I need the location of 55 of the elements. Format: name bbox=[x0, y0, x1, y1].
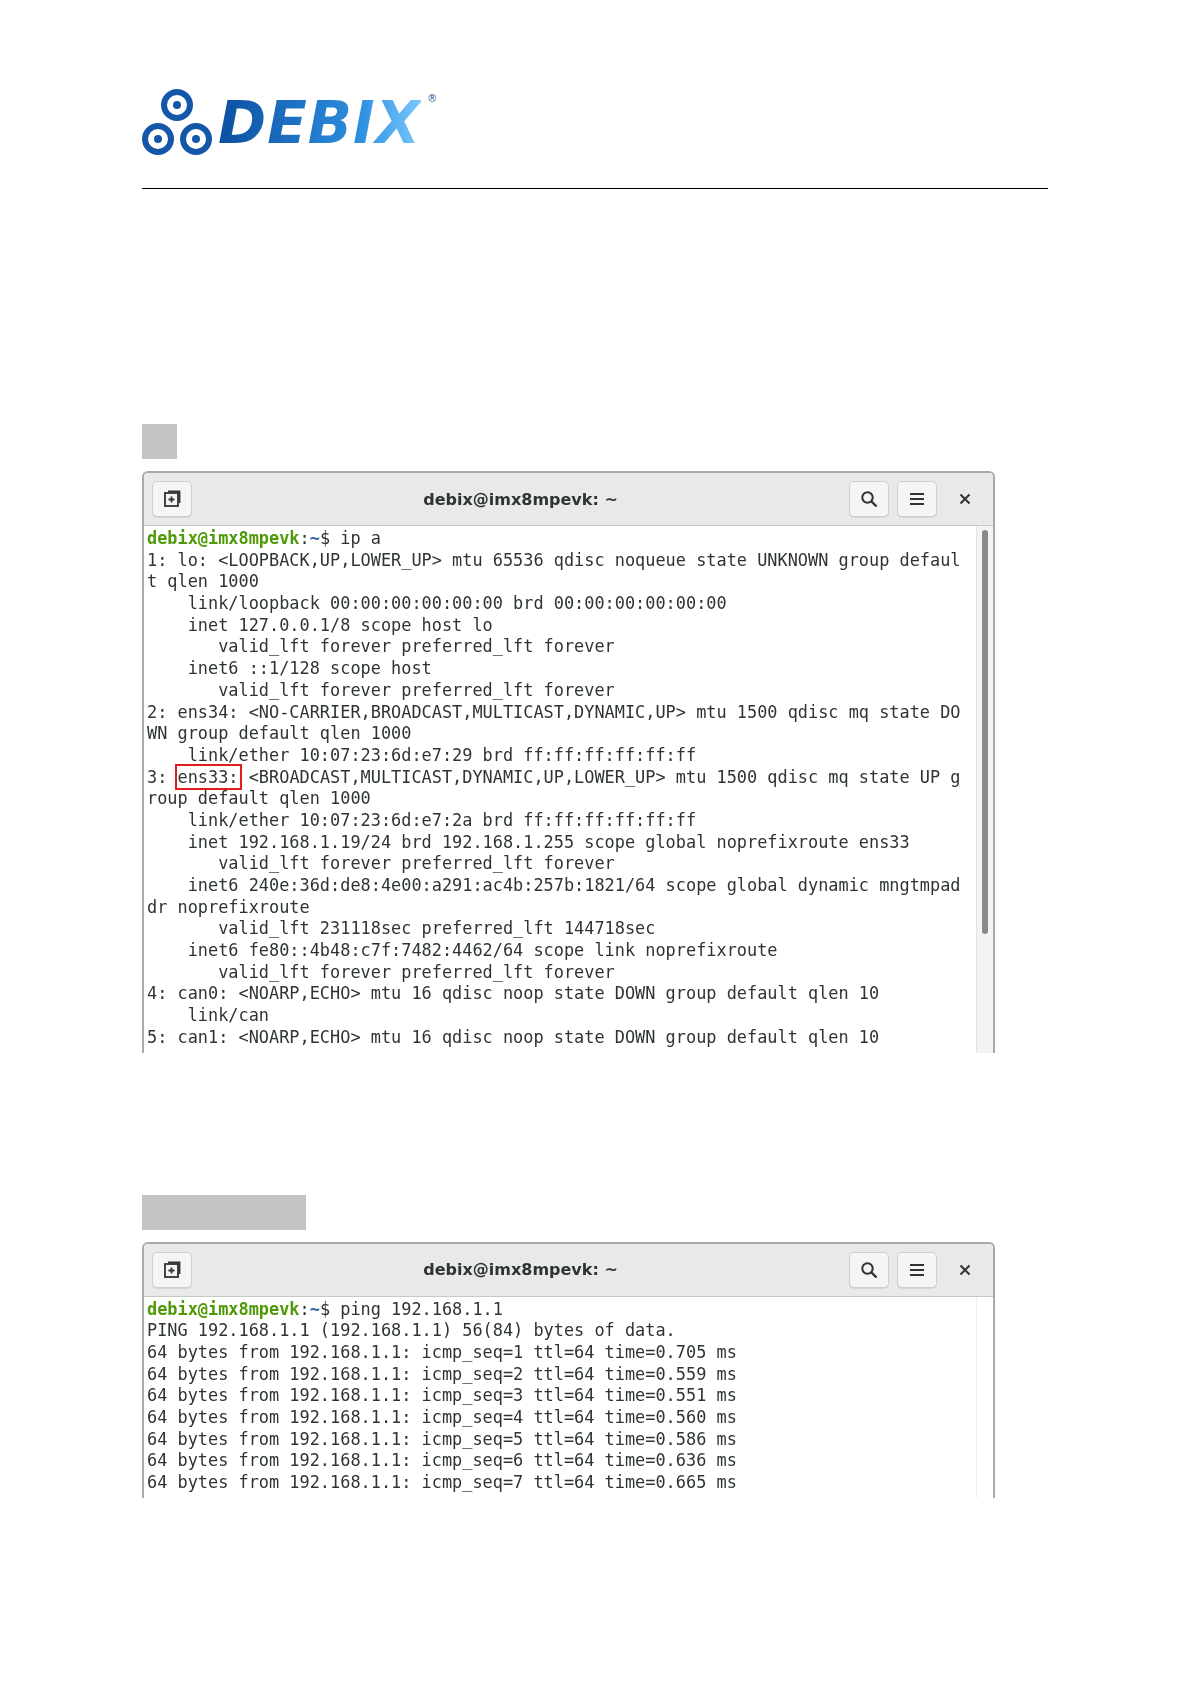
output-line: 64 bytes from 192.168.1.1: icmp_seq=1 ttl=64 time=0.705 ms bbox=[147, 1341, 738, 1364]
prompt-line: debix@imx8mpevk:~$ ip a bbox=[147, 528, 382, 550]
menu-icon bbox=[909, 492, 925, 506]
new-tab-icon bbox=[163, 490, 181, 508]
new-tab-button[interactable] bbox=[152, 481, 192, 517]
output-line: valid_lft forever preferred_lft forever bbox=[217, 679, 616, 702]
output-line: valid_lft forever preferred_lft forever bbox=[217, 853, 616, 875]
output-line: 64 bytes from 192.168.1.1: icmp_seq=4 ttl=64 time=0.560 ms bbox=[147, 1406, 738, 1429]
output-line: 64 bytes from 192.168.1.1: icmp_seq=2 ttl=64 time=0.559 ms bbox=[147, 1363, 738, 1386]
registered-mark: ® bbox=[427, 93, 438, 104]
output-line: roup default qlen 1000 bbox=[147, 788, 372, 810]
output-line: t qlen 1000 bbox=[147, 571, 260, 594]
prompt-line: debix@imx8mpevk:~$ ping 192.168.1.1 bbox=[147, 1298, 504, 1321]
output-line: dr noprefixroute bbox=[147, 896, 311, 919]
output-line: 2: ens34: <NO-CARRIER,BROADCAST,MULTICAST,DYNAMIC,UP> mtu 1500 qdisc mq state DO bbox=[147, 701, 962, 724]
output-line: PING 192.168.1.1 (192.168.1.1) 56(84) bytes of data. bbox=[147, 1320, 677, 1342]
highlighted-text: ens33: bbox=[177, 766, 239, 787]
output-line: valid_lft forever preferred_lft forever bbox=[217, 961, 616, 984]
scrollbar-thumb[interactable] bbox=[982, 530, 988, 935]
output-line: link/loopback 00:00:00:00:00:00 brd 00:00:00:00:00:00 bbox=[186, 593, 728, 615]
menu-icon bbox=[909, 1262, 925, 1277]
search-icon bbox=[860, 490, 878, 508]
output-line: 64 bytes from 192.168.1.1: icmp_seq=6 ttl=64 time=0.636 ms bbox=[147, 1450, 738, 1472]
output-line: valid_lft 231118sec preferred_lft 144718sec bbox=[217, 918, 657, 941]
window-title: debix@imx8mpevk: ~ bbox=[422, 489, 619, 509]
output-line: link/can bbox=[186, 1005, 271, 1027]
close-icon bbox=[959, 1263, 971, 1276]
output-line: inet6 ::1/128 scope host bbox=[186, 658, 433, 680]
output-line: valid_lft forever preferred_lft forever bbox=[217, 636, 616, 659]
menu-button[interactable] bbox=[897, 481, 937, 517]
search-button[interactable] bbox=[849, 481, 889, 517]
output-line: inet6 240e:36d:de8:4e00:a291:ac4b:257b:1821/64 scope global dynamic mngtmpad bbox=[186, 875, 962, 897]
close-icon bbox=[959, 493, 971, 505]
output-line: 64 bytes from 192.168.1.1: icmp_seq=5 ttl=64 time=0.586 ms bbox=[147, 1428, 738, 1451]
output-line: WN group default qlen 1000 bbox=[147, 723, 413, 745]
output-line: inet6 fe80::4b48:c7f:7482:4462/64 scope link noprefixroute bbox=[186, 940, 779, 962]
redacted-label bbox=[142, 424, 177, 459]
output-line: inet 192.168.1.19/24 brd 192.168.1.255 scope global noprefixroute ens33 bbox=[186, 831, 911, 854]
new-tab-button[interactable] bbox=[152, 1251, 192, 1288]
output-line: link/ether 10:07:23:6d:e7:29 brd ff:ff:ff:ff:ff:ff bbox=[186, 744, 698, 767]
window-title: debix@imx8mpevk: ~ bbox=[422, 1260, 619, 1279]
output-line: 64 bytes from 192.168.1.1: icmp_seq=3 ttl=64 time=0.551 ms bbox=[147, 1385, 738, 1407]
search-icon bbox=[860, 1260, 878, 1279]
output-text: <BROADCAST,MULTICAST,DYNAMIC,UP,LOWER_UP> mtu 1500 qdisc mq state UP g bbox=[247, 766, 961, 787]
output-line: 4: can0: <NOARP,ECHO> mtu 16 qdisc noop state DOWN group default qlen 10 bbox=[147, 983, 881, 1006]
search-button[interactable] bbox=[849, 1251, 889, 1288]
scrollbar[interactable] bbox=[976, 526, 993, 1053]
new-tab-icon bbox=[163, 1260, 181, 1279]
output-line: inet 127.0.0.1/8 scope host lo bbox=[186, 614, 494, 637]
menu-button[interactable] bbox=[897, 1251, 937, 1288]
output-line: link/ether 10:07:23:6d:e7:2a brd ff:ff:ff:ff:ff:ff bbox=[186, 809, 698, 832]
output-line: 64 bytes from 192.168.1.1: icmp_seq=7 ttl=64 time=0.665 ms bbox=[147, 1472, 738, 1494]
output-text: 3: bbox=[147, 766, 169, 787]
output-line: 5: can1: <NOARP,ECHO> mtu 16 qdisc noop state DOWN group default qlen 10 bbox=[147, 1026, 881, 1049]
output-line: 1: lo: <LOOPBACK,UP,LOWER_UP> mtu 65536 qdisc noqueue state UNKNOWN group defaul bbox=[147, 549, 962, 572]
